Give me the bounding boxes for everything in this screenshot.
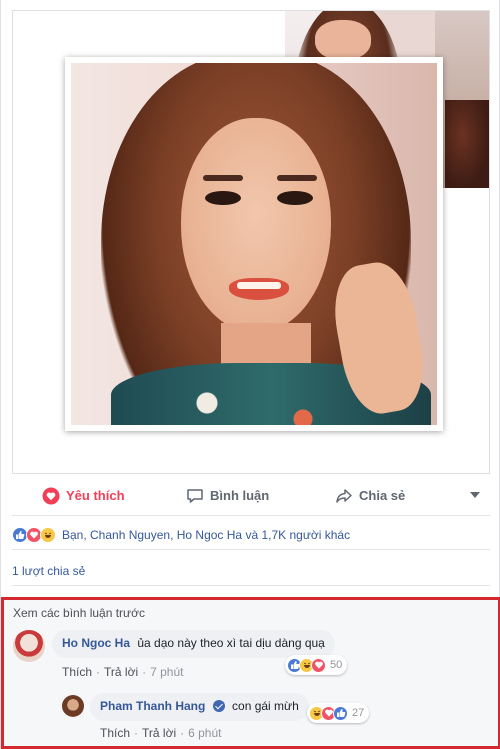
main-photo-frame[interactable] bbox=[65, 57, 443, 431]
post-action-bar: Yêu thích Bình luận Chia sẻ bbox=[12, 476, 490, 516]
comment-label: Bình luận bbox=[210, 488, 270, 503]
comment-author[interactable]: Ho Ngoc Ha bbox=[62, 636, 130, 650]
shares-text: 1 lượt chia sẻ bbox=[12, 563, 86, 578]
comment-bubble: Pham Thanh Hang con gái mừh bbox=[90, 693, 309, 721]
reaction-count: 27 bbox=[352, 707, 365, 719]
avatar[interactable] bbox=[62, 695, 84, 717]
comment-time[interactable]: 7 phút bbox=[150, 665, 183, 679]
separator: · bbox=[142, 665, 147, 679]
comment-icon bbox=[187, 488, 203, 503]
comment-meta: Thích · Trả lời · 7 phút bbox=[62, 665, 183, 679]
separator: · bbox=[134, 726, 139, 740]
view-previous-comments-link[interactable]: Xem các bình luận trước bbox=[13, 606, 145, 620]
reactions-summary-text: Bạn, Chanh Nguyen, Ho Ngoc Ha và 1,7K ng… bbox=[62, 527, 351, 542]
comment-reply-link[interactable]: Trả lời bbox=[104, 665, 138, 679]
comments-section: Xem các bình luận trước Ho Ngoc Ha ủa dạ… bbox=[1, 597, 500, 749]
shares-count[interactable]: 1 lượt chia sẻ bbox=[12, 556, 490, 586]
like-reaction-icon bbox=[333, 705, 348, 721]
comment-text: con gái mừh bbox=[232, 699, 299, 713]
comment-meta: Thích · Trả lời · 6 phút bbox=[100, 726, 221, 740]
audience-dropdown-button[interactable] bbox=[470, 491, 480, 499]
comment-reply-link[interactable]: Trả lời bbox=[142, 726, 176, 740]
share-label: Chia sẻ bbox=[359, 488, 406, 503]
haha-reaction-icon bbox=[40, 526, 56, 543]
comment-reactions[interactable]: 27 bbox=[307, 703, 370, 723]
heart-icon bbox=[42, 487, 60, 504]
love-button[interactable]: Yêu thích bbox=[42, 487, 125, 505]
post-photo-area[interactable] bbox=[12, 10, 490, 474]
avatar[interactable] bbox=[13, 630, 45, 662]
reaction-count: 50 bbox=[330, 659, 343, 671]
love-reaction-icon bbox=[311, 657, 326, 673]
share-icon bbox=[336, 488, 352, 503]
comment-like-link[interactable]: Thích bbox=[62, 665, 92, 679]
post-card: Yêu thích Bình luận Chia sẻ Bạn, Chanh N… bbox=[0, 0, 500, 749]
love-label: Yêu thích bbox=[66, 488, 125, 503]
comment-text: ủa dạo này theo xì tai dịu dàng quạ bbox=[137, 636, 325, 650]
reactions-summary[interactable]: Bạn, Chanh Nguyen, Ho Ngoc Ha và 1,7K ng… bbox=[12, 520, 490, 550]
comment-button[interactable]: Bình luận bbox=[186, 487, 269, 505]
separator: · bbox=[96, 665, 101, 679]
comment-author[interactable]: Pham Thanh Hang bbox=[100, 699, 205, 713]
share-button[interactable]: Chia sẻ bbox=[335, 487, 405, 505]
portrait-photo bbox=[71, 63, 437, 425]
comment-bubble: Ho Ngoc Ha ủa dạo này theo xì tai dịu dà… bbox=[52, 630, 335, 658]
separator: · bbox=[180, 726, 185, 740]
verified-badge-icon bbox=[212, 700, 225, 712]
comment-like-link[interactable]: Thích bbox=[100, 726, 130, 740]
reaction-icons bbox=[12, 526, 56, 543]
comment-reactions[interactable]: 50 bbox=[285, 655, 348, 675]
chevron-down-icon bbox=[470, 492, 480, 498]
comment-time[interactable]: 6 phút bbox=[188, 726, 221, 740]
